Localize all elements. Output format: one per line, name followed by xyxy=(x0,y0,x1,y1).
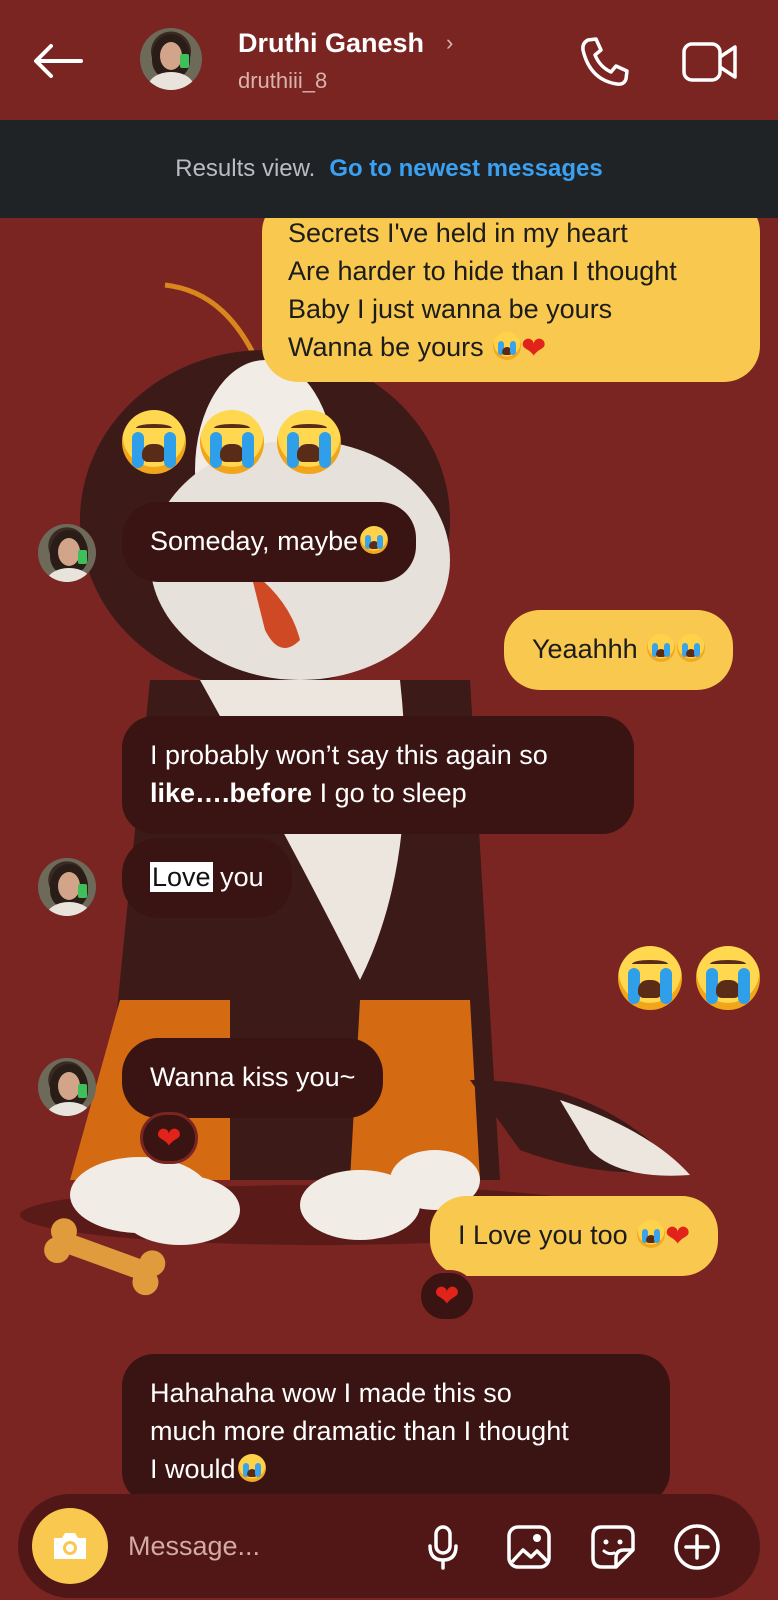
microphone-button[interactable] xyxy=(418,1522,468,1572)
message-input[interactable] xyxy=(128,1524,398,1568)
contact-username: druthiii_8 xyxy=(238,68,328,93)
message-line: Wanna be yours ❤ xyxy=(288,332,547,365)
contact-avatar[interactable] xyxy=(38,858,96,916)
gallery-icon xyxy=(507,1525,551,1569)
message-composer xyxy=(18,1494,760,1598)
crying-emoji xyxy=(695,946,760,1010)
crying-emoji xyxy=(360,526,389,554)
video-call-button[interactable] xyxy=(680,36,740,88)
chat-header: Druthi Ganesh › druthiii_8 xyxy=(0,0,778,120)
contact-avatar[interactable] xyxy=(38,1058,96,1116)
add-button[interactable] xyxy=(672,1522,722,1572)
crying-emoji xyxy=(122,410,186,474)
results-view-label: Results view. xyxy=(175,155,316,182)
audio-call-button[interactable] xyxy=(576,34,632,90)
camera-button[interactable] xyxy=(32,1508,108,1584)
back-button[interactable] xyxy=(30,36,86,86)
message-line: Secrets I've held in my heart xyxy=(288,218,628,248)
crying-emoji xyxy=(677,634,706,662)
crying-emoji xyxy=(493,332,522,360)
crying-emoji xyxy=(277,410,342,474)
heart-reaction[interactable]: ❤ xyxy=(418,1270,476,1322)
message-incoming[interactable]: Love you xyxy=(122,838,292,918)
contact-avatar[interactable] xyxy=(140,28,202,90)
message-incoming-emoji[interactable] xyxy=(122,410,347,484)
message-line: Are harder to hide than I thought xyxy=(288,256,677,286)
sticker-icon xyxy=(591,1525,635,1569)
heart-emoji: ❤ xyxy=(521,332,547,365)
sticker-button[interactable] xyxy=(588,1522,638,1572)
message-outgoing[interactable]: Secrets I've held in my heart Are harder… xyxy=(262,196,760,382)
crying-emoji xyxy=(237,1454,266,1482)
message-outgoing[interactable]: I Love you too ❤ xyxy=(430,1196,719,1276)
results-view-banner: Results view. Go to newest messages xyxy=(0,120,778,218)
gallery-button[interactable] xyxy=(504,1522,554,1572)
crying-emoji xyxy=(647,634,676,662)
camera-icon xyxy=(54,1533,86,1559)
phone-icon xyxy=(581,37,629,86)
message-line: Baby I just wanna be yours xyxy=(288,294,613,324)
heart-reaction[interactable]: ❤ xyxy=(140,1112,198,1164)
go-to-newest-link[interactable]: Go to newest messages xyxy=(329,155,602,183)
contact-avatar[interactable] xyxy=(38,524,96,582)
crying-emoji xyxy=(637,1220,666,1248)
video-camera-icon xyxy=(682,42,737,82)
back-arrow-icon xyxy=(34,44,83,78)
chevron-right-icon[interactable]: › xyxy=(446,30,453,56)
message-incoming[interactable]: Wanna kiss you~ xyxy=(122,1038,384,1118)
crying-emoji xyxy=(618,946,682,1010)
crying-emoji xyxy=(199,410,264,474)
contact-name[interactable]: Druthi Ganesh xyxy=(238,28,424,59)
message-incoming[interactable]: I probably won’t say this again so like…… xyxy=(122,716,634,834)
message-outgoing[interactable]: Yeaahhh xyxy=(504,610,734,690)
message-outgoing-emoji[interactable] xyxy=(618,946,766,1020)
plus-circle-icon xyxy=(674,1524,720,1570)
heart-emoji: ❤ xyxy=(665,1220,691,1253)
message-incoming[interactable]: Someday, maybe xyxy=(122,502,417,582)
search-highlight: Love xyxy=(150,862,213,892)
message-incoming[interactable]: Hahahaha wow I made this so much more dr… xyxy=(122,1354,670,1504)
microphone-icon xyxy=(428,1525,458,1570)
